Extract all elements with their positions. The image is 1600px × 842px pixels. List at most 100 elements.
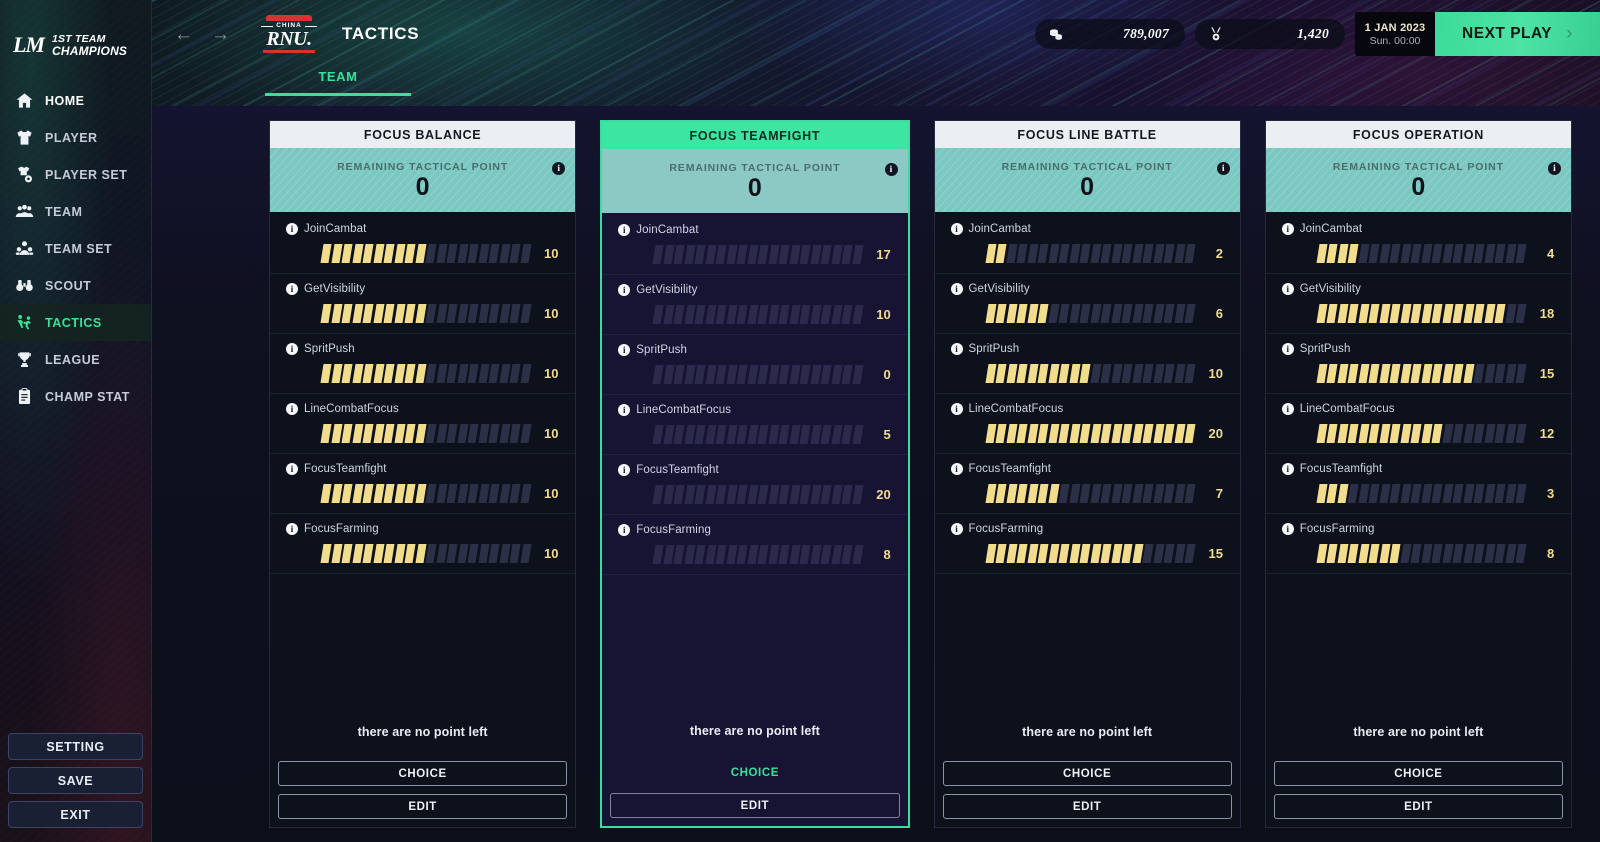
stat-bar[interactable] xyxy=(322,364,530,383)
stat-bar[interactable] xyxy=(987,244,1195,263)
resource-medal[interactable]: 1,420 xyxy=(1195,19,1345,49)
info-icon[interactable]: i xyxy=(951,403,963,415)
stat-bar[interactable] xyxy=(322,484,530,503)
info-icon[interactable]: i xyxy=(1548,162,1561,175)
bar-segment xyxy=(1505,244,1516,263)
stat-bar[interactable] xyxy=(322,544,530,563)
sidebar-item-champ-stat[interactable]: CHAMP STAT xyxy=(0,378,151,415)
bar-segment xyxy=(737,425,748,444)
stat-bar[interactable] xyxy=(322,424,530,443)
bar-segment xyxy=(1069,484,1080,503)
info-icon[interactable]: i xyxy=(1282,343,1294,355)
info-icon[interactable]: i xyxy=(618,344,630,356)
info-icon[interactable]: i xyxy=(618,524,630,536)
info-icon[interactable]: i xyxy=(286,223,298,235)
stat-bar-wrapper: 20 xyxy=(602,479,907,504)
save-button[interactable]: SAVE xyxy=(8,767,143,794)
bar-segment xyxy=(716,485,727,504)
edit-button[interactable]: EDIT xyxy=(278,794,567,819)
info-icon[interactable]: i xyxy=(286,463,298,475)
bar-segment xyxy=(1453,484,1464,503)
stat-bar[interactable] xyxy=(322,304,530,323)
info-icon[interactable]: i xyxy=(286,343,298,355)
bar-segment xyxy=(1111,424,1122,443)
bar-segment xyxy=(758,365,769,384)
info-icon[interactable]: i xyxy=(951,343,963,355)
info-icon[interactable]: i xyxy=(286,403,298,415)
choice-button[interactable]: CHOICE xyxy=(278,761,567,786)
bar-segment xyxy=(488,244,499,263)
resource-coins[interactable]: 789,007 xyxy=(1035,19,1185,49)
bar-segment xyxy=(1474,304,1485,323)
choice-button[interactable]: CHOICE xyxy=(943,761,1232,786)
setting-button[interactable]: SETTING xyxy=(8,733,143,760)
info-icon[interactable]: i xyxy=(1282,463,1294,475)
sidebar-item-scout[interactable]: SCOUT xyxy=(0,267,151,304)
tactic-card[interactable]: FOCUS TEAMFIGHTREMAINING TACTICAL POINT0… xyxy=(600,120,909,828)
stat-value: 4 xyxy=(1534,246,1554,261)
info-icon[interactable]: i xyxy=(286,283,298,295)
stat-bar[interactable] xyxy=(654,425,862,444)
stat-bar[interactable] xyxy=(1318,244,1526,263)
stat-bar[interactable] xyxy=(654,365,862,384)
stat-bar[interactable] xyxy=(654,245,862,264)
sidebar-item-player-set[interactable]: PLAYER SET xyxy=(0,156,151,193)
info-icon[interactable]: i xyxy=(951,223,963,235)
edit-button[interactable]: EDIT xyxy=(610,793,899,818)
stat-row: iLineCombatFocus12 xyxy=(1266,394,1571,454)
stat-bar[interactable] xyxy=(322,244,530,263)
info-icon[interactable]: i xyxy=(951,283,963,295)
info-icon[interactable]: i xyxy=(1282,403,1294,415)
stat-bar[interactable] xyxy=(654,545,862,564)
info-icon[interactable]: i xyxy=(618,404,630,416)
exit-button[interactable]: EXIT xyxy=(8,801,143,828)
sidebar-item-league[interactable]: LEAGUE xyxy=(0,341,151,378)
stat-bar[interactable] xyxy=(1318,544,1526,563)
stat-bar[interactable] xyxy=(987,304,1195,323)
tactic-card[interactable]: FOCUS OPERATIONREMAINING TACTICAL POINT0… xyxy=(1265,120,1572,828)
info-icon[interactable]: i xyxy=(618,464,630,476)
info-icon[interactable]: i xyxy=(1282,223,1294,235)
info-icon[interactable]: i xyxy=(951,523,963,535)
info-icon[interactable]: i xyxy=(286,523,298,535)
bar-segment xyxy=(1400,544,1411,563)
tab-team[interactable]: TEAM xyxy=(265,69,411,96)
info-icon[interactable]: i xyxy=(1282,523,1294,535)
info-icon[interactable]: i xyxy=(618,224,630,236)
edit-button[interactable]: EDIT xyxy=(1274,794,1563,819)
stat-bar[interactable] xyxy=(1318,424,1526,443)
tactic-card[interactable]: FOCUS LINE BATTLEREMAINING TACTICAL POIN… xyxy=(934,120,1241,828)
stat-value: 10 xyxy=(539,306,559,321)
stat-bar[interactable] xyxy=(987,484,1195,503)
choice-button[interactable]: CHOICE xyxy=(610,760,899,785)
info-icon[interactable]: i xyxy=(885,163,898,176)
sidebar-item-home[interactable]: HOME xyxy=(0,82,151,119)
info-icon[interactable]: i xyxy=(1217,162,1230,175)
stat-bar[interactable] xyxy=(1318,304,1526,323)
sidebar-item-team[interactable]: TEAM xyxy=(0,193,151,230)
stat-bar[interactable] xyxy=(987,544,1195,563)
edit-button[interactable]: EDIT xyxy=(943,794,1232,819)
stat-bar[interactable] xyxy=(987,424,1195,443)
stat-row-header: iFocusFarming xyxy=(1266,520,1571,538)
sidebar-item-tactics[interactable]: TACTICS xyxy=(0,304,151,341)
tactic-card[interactable]: FOCUS BALANCEREMAINING TACTICAL POINT0ii… xyxy=(269,120,576,828)
info-icon[interactable]: i xyxy=(951,463,963,475)
choice-button[interactable]: CHOICE xyxy=(1274,761,1563,786)
stat-bar[interactable] xyxy=(654,485,862,504)
forward-arrow-icon[interactable]: → xyxy=(211,25,230,44)
stat-bar[interactable] xyxy=(1318,364,1526,383)
stat-bar[interactable] xyxy=(1318,484,1526,503)
info-icon[interactable]: i xyxy=(552,162,565,175)
next-play-button[interactable]: NEXT PLAY › xyxy=(1435,12,1600,56)
sidebar-item-team-set[interactable]: TEAM SET xyxy=(0,230,151,267)
bar-segment xyxy=(1048,364,1059,383)
bar-segment xyxy=(1453,304,1464,323)
stat-bar[interactable] xyxy=(654,305,862,324)
stat-name: LineCombatFocus xyxy=(969,403,1064,415)
stat-bar[interactable] xyxy=(987,364,1195,383)
info-icon[interactable]: i xyxy=(618,284,630,296)
sidebar-item-player[interactable]: PLAYER xyxy=(0,119,151,156)
back-arrow-icon[interactable]: ← xyxy=(174,25,193,44)
info-icon[interactable]: i xyxy=(1282,283,1294,295)
